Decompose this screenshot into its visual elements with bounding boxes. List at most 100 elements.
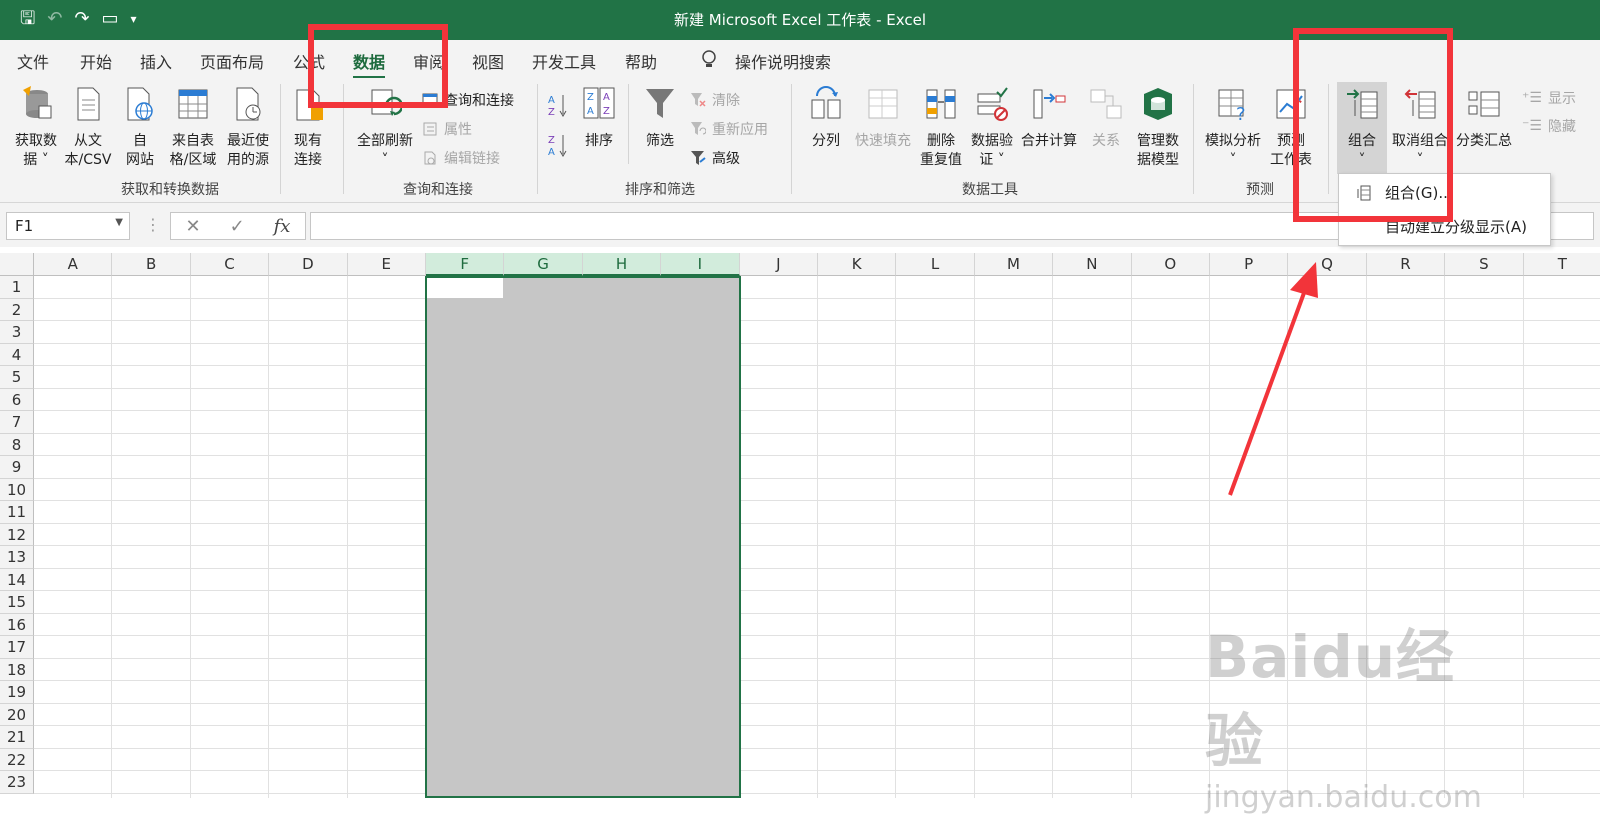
tab-help[interactable]: 帮助 (625, 49, 657, 73)
tell-me-search[interactable]: 操作说明搜索 (735, 49, 831, 73)
row-header-18[interactable]: 18 (0, 658, 34, 681)
clear-filter-button[interactable]: 清除 (690, 90, 740, 110)
column-header-R[interactable]: R (1366, 253, 1446, 276)
select-all-corner[interactable] (0, 253, 34, 276)
gridline-horizontal (34, 365, 1600, 366)
advanced-filter-button[interactable]: 高级 (690, 148, 740, 168)
data-validation-button[interactable]: 数据验 证 ˅ (966, 86, 1018, 170)
sort-descending-button[interactable]: ZA (546, 132, 570, 164)
insert-function-icon[interactable]: fx (274, 216, 291, 237)
row-header-7[interactable]: 7 (0, 411, 34, 434)
svg-text:A: A (603, 92, 610, 103)
reapply-button[interactable]: 重新应用 (690, 119, 768, 139)
column-header-M[interactable]: M (974, 253, 1054, 276)
row-header-8[interactable]: 8 (0, 433, 34, 456)
group-label-forecast: 预测 (1246, 182, 1274, 198)
column-header-C[interactable]: C (190, 253, 270, 276)
gridline-vertical (1130, 276, 1132, 798)
cancel-icon[interactable]: ✕ (185, 216, 200, 237)
hide-detail-icon: ⁻☰ (1522, 118, 1542, 134)
column-header-E[interactable]: E (347, 253, 426, 276)
column-header-G[interactable]: G (504, 253, 583, 276)
filter-button[interactable]: 筛选 (638, 86, 682, 151)
text-file-icon (77, 87, 100, 121)
text-to-columns-icon (811, 86, 841, 119)
properties-button[interactable]: 属性 (422, 119, 472, 139)
sort-dialog-icon: ZAAZ (583, 87, 615, 119)
show-detail-button[interactable]: ⁺☰ 显示 (1522, 88, 1576, 108)
row-header-19[interactable]: 19 (0, 681, 34, 704)
recent-sources-button[interactable]: 最近使 用的源 (220, 86, 276, 170)
gridline-horizontal (34, 320, 1600, 321)
row-header-2[interactable]: 2 (0, 298, 34, 321)
name-box[interactable]: F1 ▼ (6, 212, 130, 240)
row-header-12[interactable]: 12 (0, 523, 34, 546)
column-header-F[interactable]: F (426, 253, 505, 276)
row-header-9[interactable]: 9 (0, 456, 34, 479)
column-header-S[interactable]: S (1445, 253, 1524, 276)
tab-home[interactable]: 开始 (80, 49, 112, 73)
row-header-3[interactable]: 3 (0, 321, 34, 344)
advanced-filter-icon (691, 151, 706, 165)
row-header-16[interactable]: 16 (0, 613, 34, 636)
gridline-horizontal (34, 455, 1600, 456)
row-header-1[interactable]: 1 (0, 276, 34, 299)
relationships-button[interactable]: 关系 (1084, 86, 1128, 151)
from-table-range-button[interactable]: 来自表 格/区域 (165, 86, 221, 170)
edit-links-button[interactable]: 编辑链接 (422, 148, 500, 168)
column-header-K[interactable]: K (818, 253, 897, 276)
row-header-5[interactable]: 5 (0, 366, 34, 389)
tab-developer[interactable]: 开发工具 (532, 49, 596, 73)
tab-view[interactable]: 视图 (472, 49, 504, 73)
row-header-21[interactable]: 21 (0, 726, 34, 749)
from-web-button[interactable]: 自 网站 (118, 86, 162, 170)
manage-data-model-button[interactable]: 管理数 据模型 (1130, 86, 1186, 170)
column-header-A[interactable]: A (34, 253, 113, 276)
row-header-4[interactable]: 4 (0, 343, 34, 366)
hide-detail-button[interactable]: ⁻☰ 隐藏 (1522, 116, 1576, 136)
text-to-columns-button[interactable]: 分列 (800, 86, 852, 151)
column-header-H[interactable]: H (582, 253, 662, 276)
gridline-vertical (346, 276, 348, 798)
gridline-vertical (189, 276, 191, 798)
column-header-T[interactable]: T (1523, 253, 1600, 276)
get-data-button[interactable]: 获取数 据 ˅ (8, 86, 64, 170)
remove-duplicates-button[interactable]: 删除 重复值 (916, 86, 966, 170)
annotation-arrow (1228, 262, 1318, 496)
row-header-6[interactable]: 6 (0, 388, 34, 411)
column-header-O[interactable]: O (1131, 253, 1210, 276)
subtotal-button[interactable]: 分类汇总 (1452, 86, 1516, 151)
row-header-15[interactable]: 15 (0, 591, 34, 614)
row-header-20[interactable]: 20 (0, 703, 34, 726)
what-if-analysis-button[interactable]: ? 模拟分析 ˅ (1200, 86, 1266, 170)
tab-insert[interactable]: 插入 (140, 49, 172, 73)
row-header-11[interactable]: 11 (0, 501, 34, 524)
column-header-N[interactable]: N (1053, 253, 1132, 276)
flash-fill-button[interactable]: 快速填充 (852, 86, 914, 151)
table-icon (178, 89, 208, 119)
row-header-10[interactable]: 10 (0, 478, 34, 501)
active-cell[interactable] (427, 278, 504, 298)
column-header-I[interactable]: I (661, 253, 740, 276)
gridline-horizontal (34, 500, 1600, 501)
from-text-csv-button[interactable]: 从文 本/CSV (62, 86, 114, 170)
row-header-13[interactable]: 13 (0, 546, 34, 569)
row-header-22[interactable]: 22 (0, 748, 34, 771)
sort-ascending-button[interactable]: AZ (546, 92, 570, 124)
consolidate-button[interactable]: 合并计算 (1018, 86, 1080, 151)
selected-range[interactable] (425, 276, 741, 798)
chevron-down-icon[interactable]: ▼ (115, 217, 123, 228)
sort-button[interactable]: ZAAZ 排序 (578, 86, 620, 151)
relationships-icon (1090, 89, 1122, 119)
column-header-J[interactable]: J (739, 253, 818, 276)
column-header-B[interactable]: B (112, 253, 191, 276)
enter-check-icon[interactable]: ✓ (230, 216, 245, 237)
group-separator (1193, 84, 1194, 194)
row-header-14[interactable]: 14 (0, 568, 34, 591)
row-header-17[interactable]: 17 (0, 636, 34, 659)
row-header-23[interactable]: 23 (0, 771, 34, 794)
tab-page-layout[interactable]: 页面布局 (200, 49, 264, 73)
column-header-L[interactable]: L (896, 253, 975, 276)
column-header-D[interactable]: D (269, 253, 348, 276)
tab-file[interactable]: 文件 (17, 49, 49, 73)
